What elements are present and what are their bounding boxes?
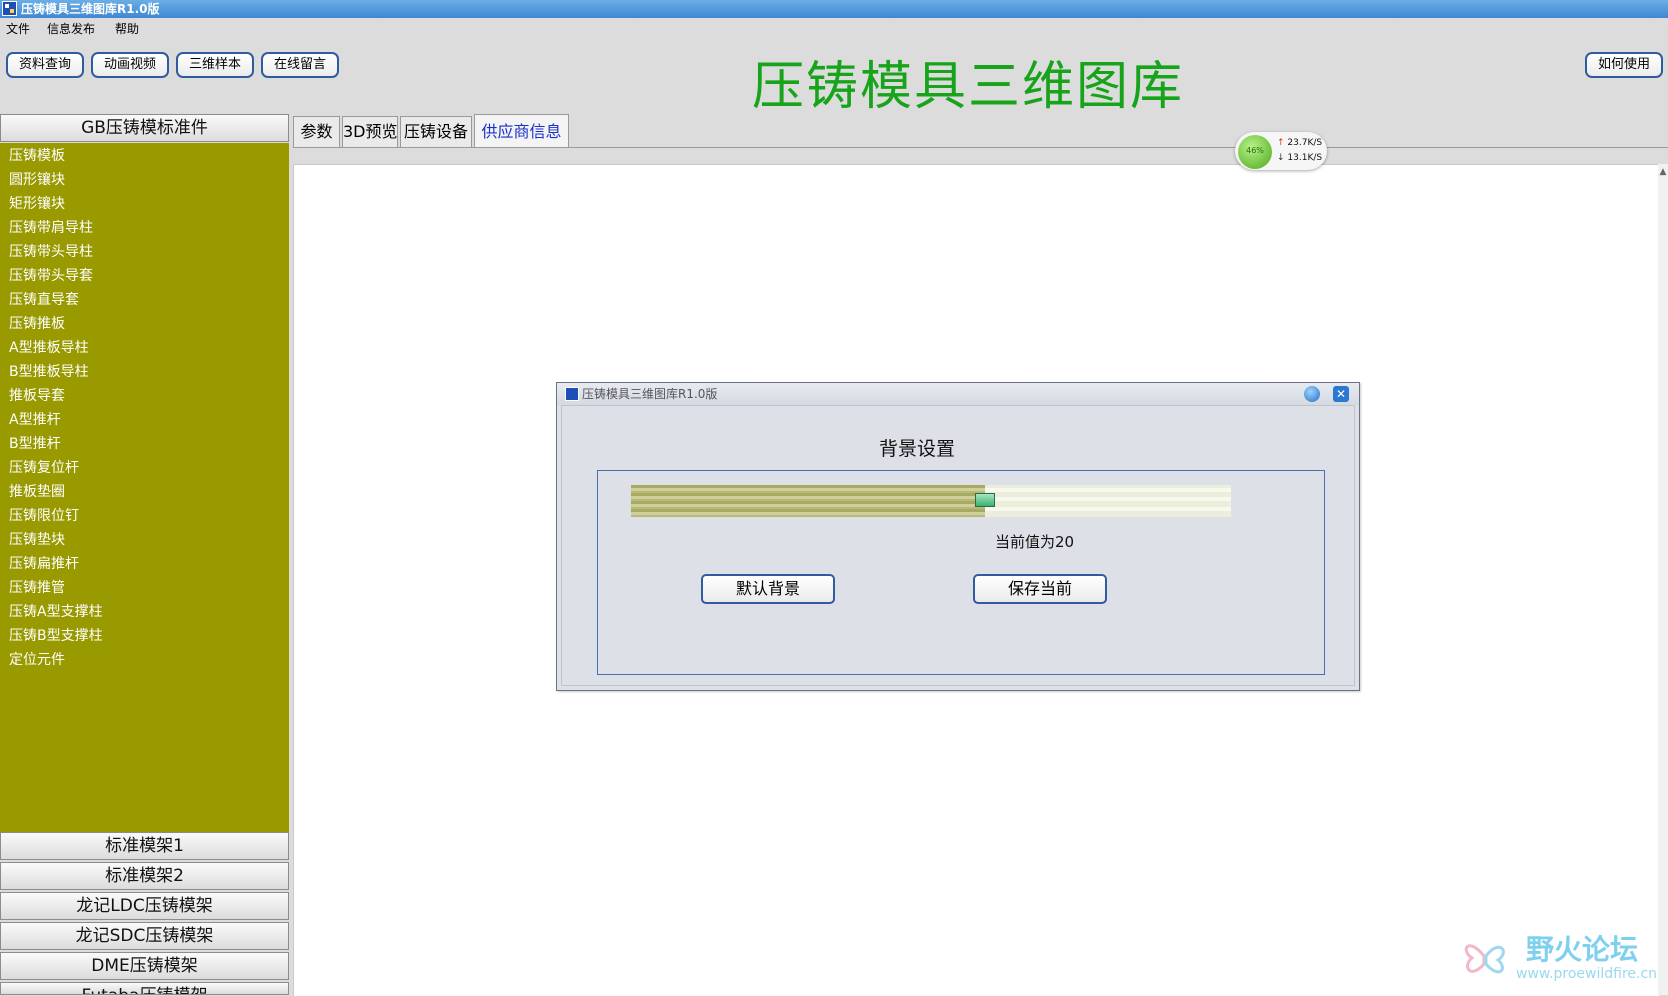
sidebar-item[interactable]: B型推杆: [9, 435, 61, 453]
download-arrow-icon: ↓: [1277, 153, 1285, 163]
how-to-use-button[interactable]: 如何使用: [1585, 52, 1663, 78]
sidebar-item-panel: 压铸模板 圆形镶块 矩形镶块 压铸带肩导柱 压铸带头导柱 压铸带头导套 压铸直导…: [0, 143, 289, 832]
dialog-minimize-icon[interactable]: [1304, 386, 1320, 402]
animation-video-button[interactable]: 动画视频: [91, 52, 169, 78]
slider-thumb[interactable]: [975, 493, 995, 507]
tab-params[interactable]: 参数: [293, 116, 340, 147]
sidebar-item[interactable]: 压铸模板: [9, 147, 65, 165]
groupbox-legend: 背景设置: [875, 434, 960, 461]
online-message-button[interactable]: 在线留言: [261, 52, 339, 78]
menu-file[interactable]: 文件: [6, 19, 30, 39]
sidebar-item[interactable]: 压铸推板: [9, 315, 65, 333]
save-current-button[interactable]: 保存当前: [973, 574, 1107, 604]
upload-arrow-icon: ↑: [1277, 138, 1285, 148]
sidebar-item[interactable]: A型推杆: [9, 411, 61, 429]
download-speed-value: 13.1K/S: [1287, 153, 1323, 163]
sidebar-group-futaba[interactable]: Futaba压铸模架: [0, 982, 289, 995]
upload-speed: ↑ 23.7K/S: [1277, 138, 1322, 148]
sidebar-item[interactable]: B型推板导柱: [9, 363, 89, 381]
tab-divider: [293, 147, 1668, 148]
sidebar-item[interactable]: 压铸带肩导柱: [9, 219, 93, 237]
sidebar-group-frame1[interactable]: 标准模架1: [0, 832, 289, 860]
download-speed: ↓ 13.1K/S: [1277, 153, 1322, 163]
slider-fill: [631, 485, 985, 517]
tab-supplier-info[interactable]: 供应商信息: [474, 114, 569, 147]
menu-help[interactable]: 帮助: [115, 19, 139, 39]
window-titlebar: 压铸模具三维图库R1.0版: [0, 0, 1668, 18]
usage-gauge: 46%: [1238, 135, 1272, 169]
network-monitor: 46% ↑ 23.7K/S ↓ 13.1K/S: [1235, 132, 1327, 170]
sidebar-item[interactable]: 定位元件: [9, 651, 65, 669]
window-title: 压铸模具三维图库R1.0版: [21, 2, 160, 16]
butterfly-logo-icon: [1464, 944, 1505, 974]
app-title: 压铸模具三维图库: [752, 57, 1185, 117]
app-icon: [2, 1, 17, 16]
vertical-scrollbar[interactable]: [1658, 164, 1668, 995]
sidebar-group-ldc[interactable]: 龙记LDC压铸模架: [0, 892, 289, 920]
sidebar-item[interactable]: 圆形镶块: [9, 171, 65, 189]
sidebar-item[interactable]: 矩形镶块: [9, 195, 65, 213]
default-background-button[interactable]: 默认背景: [701, 574, 835, 604]
sidebar-item[interactable]: 压铸限位钉: [9, 507, 79, 525]
current-value-label: 当前值为20: [995, 533, 1075, 551]
watermark-name: 野火论坛: [1526, 933, 1639, 966]
watermark-url: www.proewildfire.cn: [1516, 966, 1658, 982]
sidebar-item[interactable]: 压铸带头导柱: [9, 243, 93, 261]
sidebar-item[interactable]: 压铸推管: [9, 579, 65, 597]
dialog-close-icon[interactable]: ✕: [1333, 386, 1349, 402]
background-settings-dialog: 压铸模具三维图库R1.0版 ✕: [556, 382, 1360, 691]
forum-watermark: 野火论坛 www.proewildfire.cn: [1460, 928, 1668, 990]
sidebar-group-gb[interactable]: GB压铸模标准件: [0, 114, 289, 142]
sidebar-item[interactable]: 压铸A型支撑柱: [9, 603, 103, 621]
3d-sample-button[interactable]: 三维样本: [176, 52, 254, 78]
sidebar-group-frame2[interactable]: 标准模架2: [0, 862, 289, 890]
menu-publish[interactable]: 信息发布: [47, 19, 95, 39]
tab-3d-preview[interactable]: 3D预览: [342, 116, 398, 147]
sidebar-group-sdc[interactable]: 龙记SDC压铸模架: [0, 922, 289, 950]
dialog-titlebar: 压铸模具三维图库R1.0版 ✕: [557, 383, 1359, 405]
sidebar-item[interactable]: A型推板导柱: [9, 339, 89, 357]
sidebar-item[interactable]: 推板导套: [9, 387, 65, 405]
data-query-button[interactable]: 资料查询: [6, 52, 84, 78]
sidebar-item[interactable]: 压铸复位杆: [9, 459, 79, 477]
sidebar-item[interactable]: 压铸扁推杆: [9, 555, 79, 573]
sidebar-group-dme[interactable]: DME压铸模架: [0, 952, 289, 980]
dialog-app-icon: [565, 387, 579, 401]
tab-equipment[interactable]: 压铸设备: [400, 116, 472, 147]
sidebar: GB压铸模标准件 压铸模板 圆形镶块 矩形镶块 压铸带肩导柱 压铸带头导柱 压铸…: [0, 114, 290, 995]
sidebar-item[interactable]: 压铸B型支撑柱: [9, 627, 103, 645]
dialog-title: 压铸模具三维图库R1.0版: [582, 387, 718, 401]
background-slider[interactable]: [631, 485, 1231, 517]
sidebar-item[interactable]: 压铸带头导套: [9, 267, 93, 285]
sidebar-item[interactable]: 压铸直导套: [9, 291, 79, 309]
sidebar-item[interactable]: 压铸垫块: [9, 531, 65, 549]
upload-speed-value: 23.7K/S: [1287, 138, 1323, 148]
sidebar-item[interactable]: 推板垫圈: [9, 483, 65, 501]
scroll-up-icon[interactable]: ▲: [1658, 167, 1668, 177]
